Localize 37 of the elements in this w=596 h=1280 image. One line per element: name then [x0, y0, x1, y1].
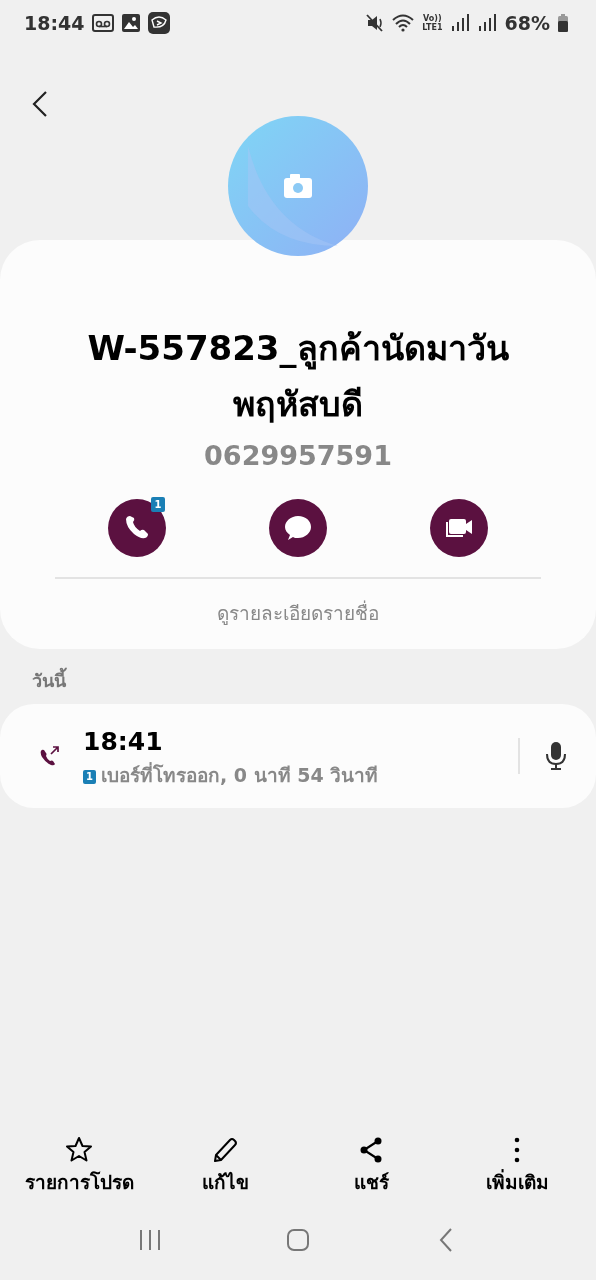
app-icon [148, 12, 171, 34]
clock-text: 18:44 [24, 10, 85, 36]
share-button[interactable]: แชร์ [301, 1136, 441, 1197]
back-button[interactable] [32, 90, 48, 118]
call-details: 1 เบอร์ที่โทรออก, 0 นาที 54 วินาที [83, 760, 518, 789]
wifi-icon [392, 14, 415, 32]
back-icon [32, 90, 48, 118]
voicemail-icon [92, 14, 115, 32]
mute-icon [366, 14, 385, 32]
edit-button[interactable]: แก้ไข [155, 1136, 295, 1197]
call-button[interactable]: 1 [108, 498, 166, 557]
contact-name: W-557823_ลูกค้านัดมาวัน พฤหัสบดี [86, 327, 510, 426]
phone-number: 0629957591 [203, 439, 393, 473]
call-log-item[interactable]: 18:41 1 เบอร์ที่โทรออก, 0 นาที 54 วินาที [0, 704, 596, 808]
record-button[interactable] [546, 742, 566, 770]
more-button[interactable]: เพิ่มเติม [447, 1136, 587, 1197]
outgoing-call-icon [38, 745, 59, 767]
microphone-icon [546, 742, 566, 770]
battery-icon [558, 14, 568, 32]
signal-icon [450, 14, 470, 32]
battery-text: 68% [504, 10, 550, 36]
favorite-button[interactable]: รายการโปรด [9, 1136, 149, 1197]
section-heading: วันนี้ [0, 649, 596, 704]
signal-icon [477, 14, 497, 32]
video-call-button[interactable] [430, 498, 488, 557]
more-icon [514, 1137, 520, 1163]
recent-apps-icon[interactable] [138, 1228, 162, 1252]
image-icon [122, 14, 141, 32]
view-contact-link[interactable]: ดูรายละเอียดรายชื่อ [24, 578, 572, 635]
home-icon[interactable] [286, 1228, 310, 1252]
network-label: Vo)) LTE1 [422, 14, 443, 32]
call-time: 18:41 [83, 726, 164, 758]
message-button[interactable] [269, 498, 327, 557]
pencil-icon [211, 1136, 239, 1164]
badge-count: 1 [151, 496, 165, 512]
star-icon [65, 1136, 93, 1164]
sim-icon: 1 [83, 769, 96, 784]
